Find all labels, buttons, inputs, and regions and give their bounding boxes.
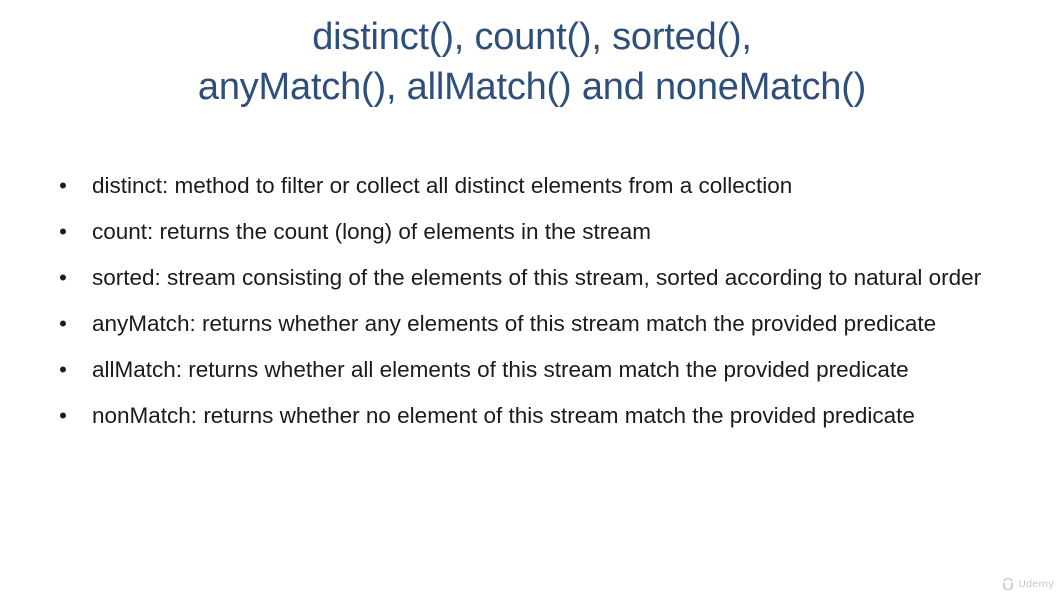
- bullet-dot-icon: •: [59, 357, 67, 382]
- bullet-text: distinct: method to filter or collect al…: [92, 173, 793, 198]
- udemy-watermark: Udemy: [1001, 578, 1054, 590]
- slide-title: distinct(), count(), sorted(), anyMatch(…: [0, 12, 1064, 112]
- bullet-text: nonMatch: returns whether no element of …: [92, 403, 915, 428]
- bullet-dot-icon: •: [59, 403, 67, 428]
- slide: distinct(), count(), sorted(), anyMatch(…: [0, 0, 1064, 600]
- bullet-list: • distinct: method to filter or collect …: [56, 170, 1016, 446]
- bullet-dot-icon: •: [59, 265, 67, 290]
- bullet-text: allMatch: returns whether all elements o…: [92, 357, 909, 382]
- bullet-text: count: returns the count (long) of eleme…: [92, 219, 652, 244]
- bullet-item-distinct: • distinct: method to filter or collect …: [56, 170, 1016, 201]
- slide-title-line-2: anyMatch(), allMatch() and noneMatch(): [197, 66, 867, 108]
- bullet-item-allmatch: • allMatch: returns whether all elements…: [56, 354, 1016, 385]
- bullet-text: anyMatch: returns whether any elements o…: [92, 311, 937, 336]
- bullet-item-nonmatch: • nonMatch: returns whether no element o…: [56, 400, 1016, 431]
- bullet-text: sorted: stream consisting of the element…: [92, 265, 982, 290]
- bullet-item-count: • count: returns the count (long) of ele…: [56, 216, 1016, 247]
- watermark-text: Udemy: [1018, 578, 1054, 590]
- bullet-dot-icon: •: [59, 219, 67, 244]
- bullet-dot-icon: •: [59, 311, 67, 336]
- slide-title-line-1: distinct(), count(), sorted(),: [312, 16, 752, 58]
- bullet-item-anymatch: • anyMatch: returns whether any elements…: [56, 308, 1016, 339]
- udemy-logo-icon: [1002, 578, 1013, 590]
- bullet-item-sorted: • sorted: stream consisting of the eleme…: [56, 262, 1016, 293]
- bullet-dot-icon: •: [59, 173, 67, 198]
